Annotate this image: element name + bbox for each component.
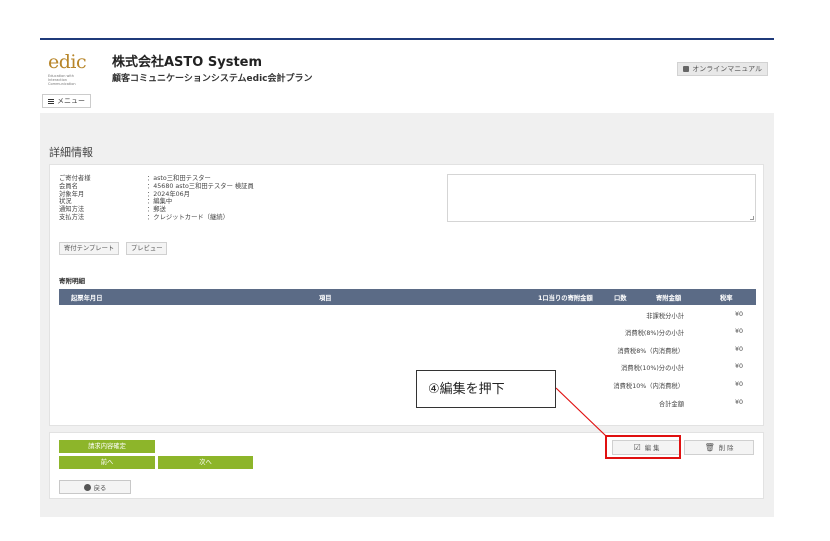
- detail-panel: ご寄付者様 ：asto三和田テスター 会員名 ：45680 asto三和田テスター …: [49, 164, 764, 426]
- preview-button[interactable]: プレビュー: [126, 242, 168, 255]
- confirm-billing-button[interactable]: 請求内容確定: [59, 440, 155, 453]
- hamburger-icon: [48, 98, 54, 104]
- template-button[interactable]: 寄付テンプレート: [59, 242, 120, 255]
- prev-button[interactable]: 前へ: [59, 456, 155, 469]
- summary-label: 消費税10%（内消費税）: [613, 383, 684, 390]
- back-arrow-icon: [83, 483, 91, 491]
- info-row: 支払方法 ：クレジットカード（継続）: [59, 214, 254, 222]
- column-header: 1口当りの寄附金額: [538, 295, 593, 302]
- page-title: 詳細情報: [49, 146, 93, 159]
- summary-value: ¥0: [734, 346, 743, 353]
- summary-value: ¥0: [734, 399, 743, 406]
- info-label: 通知方法: [59, 206, 85, 214]
- book-icon: [683, 66, 690, 72]
- column-header: 起票年月日: [71, 295, 103, 302]
- section-label: 寄附明細: [59, 277, 85, 285]
- online-manual-label: オンラインマニュアル: [692, 65, 762, 73]
- info-value: ：クレジットカード（継続）: [147, 213, 229, 221]
- info-value: ：asto三和田テスター: [147, 175, 211, 182]
- logo-word: edic: [48, 51, 87, 73]
- memo-textarea[interactable]: [447, 174, 756, 222]
- table-header: 起票年月日 項目 1口当りの寄附金額 口数 寄附金額 税率: [59, 289, 756, 305]
- menu-button[interactable]: メニュー: [42, 94, 91, 108]
- back-button[interactable]: 戻る: [59, 480, 131, 494]
- summary-label: 消費税(10%)分の小計: [621, 365, 684, 372]
- column-header: 項目: [319, 295, 332, 302]
- info-label: 対象年月: [59, 190, 85, 198]
- annotation-callout: ④編集を押下: [416, 370, 556, 408]
- summary-value: ¥0: [734, 328, 743, 335]
- trash-icon: 🗑: [704, 442, 715, 452]
- delete-label: 削 除: [718, 445, 734, 452]
- info-label: 支払方法: [59, 213, 85, 221]
- logo-tagline: Education with Interaction Communication: [48, 74, 76, 86]
- summary-value: ¥0: [734, 381, 743, 388]
- summary-label: 非課税分小計: [646, 313, 684, 320]
- company-name: 株式会社ASTO System: [112, 55, 263, 70]
- info-row: 会員名 ：45680 asto三和田テスター 検証員: [59, 183, 254, 191]
- resize-grip-icon[interactable]: [750, 216, 754, 220]
- column-header: 口数: [614, 295, 627, 302]
- info-list: ご寄付者様 ：asto三和田テスター 会員名 ：45680 asto三和田テスター …: [59, 175, 254, 222]
- edit-highlight-box: [605, 435, 681, 459]
- summary-value: ¥0: [734, 311, 743, 318]
- plan-name: 顧客コミュニケーションシステムedic会計プラン: [112, 74, 313, 84]
- delete-button[interactable]: 🗑 削 除: [684, 440, 754, 455]
- back-label: 戻る: [93, 484, 107, 492]
- edic-logo: edic Education with Interaction Communic…: [48, 52, 92, 86]
- column-header: 寄附金額: [656, 295, 682, 302]
- summary-label: 合計金額: [658, 401, 684, 408]
- info-value: ：郵送: [147, 206, 166, 214]
- summary-value: ¥0: [734, 363, 743, 370]
- app-header: edic Education with Interaction Communic…: [40, 40, 774, 112]
- info-row: ご寄付者様 ：asto三和田テスター: [59, 175, 254, 183]
- info-row: 通知方法 ：郵送: [59, 206, 254, 214]
- summary-label: 消費税8%（内消費税）: [617, 348, 684, 355]
- summary-label: 消費税(8%)分の小計: [625, 330, 684, 337]
- info-value: ：45680 asto三和田テスター 検証員: [147, 182, 254, 190]
- menu-label: メニュー: [57, 97, 85, 105]
- next-button[interactable]: 次へ: [158, 456, 253, 469]
- info-label: 会員名: [59, 182, 78, 190]
- column-header: 税率: [720, 295, 733, 302]
- online-manual-button[interactable]: オンラインマニュアル: [677, 62, 768, 76]
- info-label: ご寄付者様: [59, 175, 91, 182]
